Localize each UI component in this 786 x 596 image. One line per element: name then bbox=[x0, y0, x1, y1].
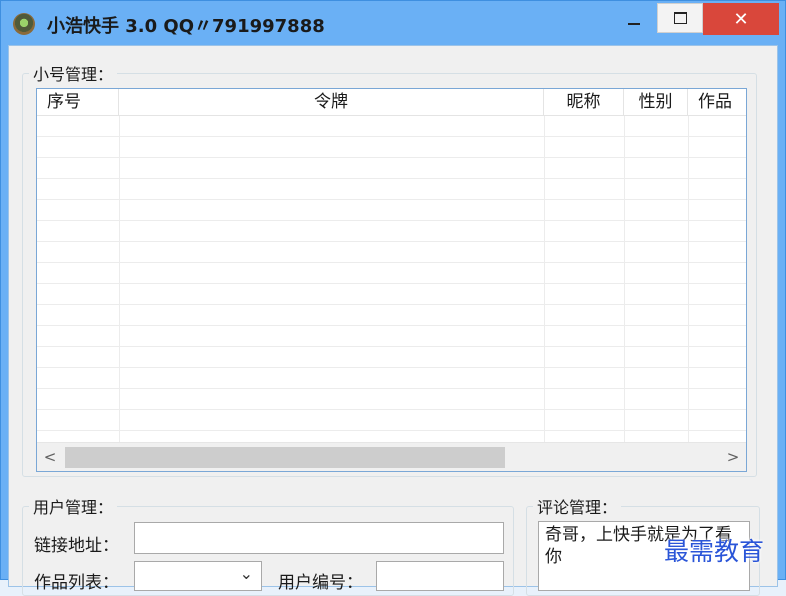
accounts-legend: 小号管理： bbox=[33, 65, 114, 84]
watermark-text: 最需教育 bbox=[664, 537, 765, 566]
window-title: 小浩快手 3.0 QQ〃791997888 bbox=[47, 16, 325, 37]
scroll-left-icon[interactable]: < bbox=[37, 443, 63, 471]
comment-legend: 评论管理： bbox=[537, 498, 618, 517]
chevron-down-icon: ⌄ bbox=[239, 564, 253, 583]
user-id-input[interactable] bbox=[376, 561, 504, 591]
user-legend: 用户管理： bbox=[33, 498, 114, 517]
column-divider bbox=[119, 116, 120, 442]
column-divider bbox=[544, 116, 545, 442]
scroll-right-icon[interactable]: > bbox=[720, 443, 746, 471]
column-divider bbox=[624, 116, 625, 442]
column-header-nickname[interactable]: 昵称 bbox=[544, 89, 624, 115]
close-button[interactable]: ✕ bbox=[703, 3, 779, 35]
link-label: 链接地址： bbox=[34, 536, 119, 556]
maximize-button[interactable] bbox=[657, 3, 703, 33]
maximize-icon bbox=[673, 12, 687, 24]
minimize-button[interactable] bbox=[611, 3, 657, 35]
minimize-icon bbox=[628, 23, 640, 25]
scrollbar-thumb[interactable] bbox=[65, 447, 505, 468]
works-label: 作品列表： bbox=[34, 573, 119, 593]
column-header-token[interactable]: 令牌 bbox=[119, 89, 544, 115]
column-header-seq[interactable]: 序号 bbox=[37, 89, 119, 115]
column-header-gender[interactable]: 性别 bbox=[624, 89, 688, 115]
app-logo-icon bbox=[13, 13, 35, 35]
table-header: 序号 令牌 昵称 性别 作品 bbox=[37, 89, 746, 116]
column-header-works[interactable]: 作品 bbox=[688, 89, 746, 115]
title-bar[interactable]: 小浩快手 3.0 QQ〃791997888 ✕ bbox=[1, 1, 785, 45]
accounts-table[interactable]: 序号 令牌 昵称 性别 作品 < > bbox=[36, 88, 747, 472]
column-divider bbox=[688, 116, 689, 442]
user-id-label: 用户编号： bbox=[278, 573, 363, 593]
table-body[interactable] bbox=[37, 116, 746, 442]
horizontal-scrollbar[interactable]: < > bbox=[37, 442, 746, 471]
link-input[interactable] bbox=[134, 522, 504, 554]
works-select[interactable]: ⌄ bbox=[134, 561, 262, 591]
